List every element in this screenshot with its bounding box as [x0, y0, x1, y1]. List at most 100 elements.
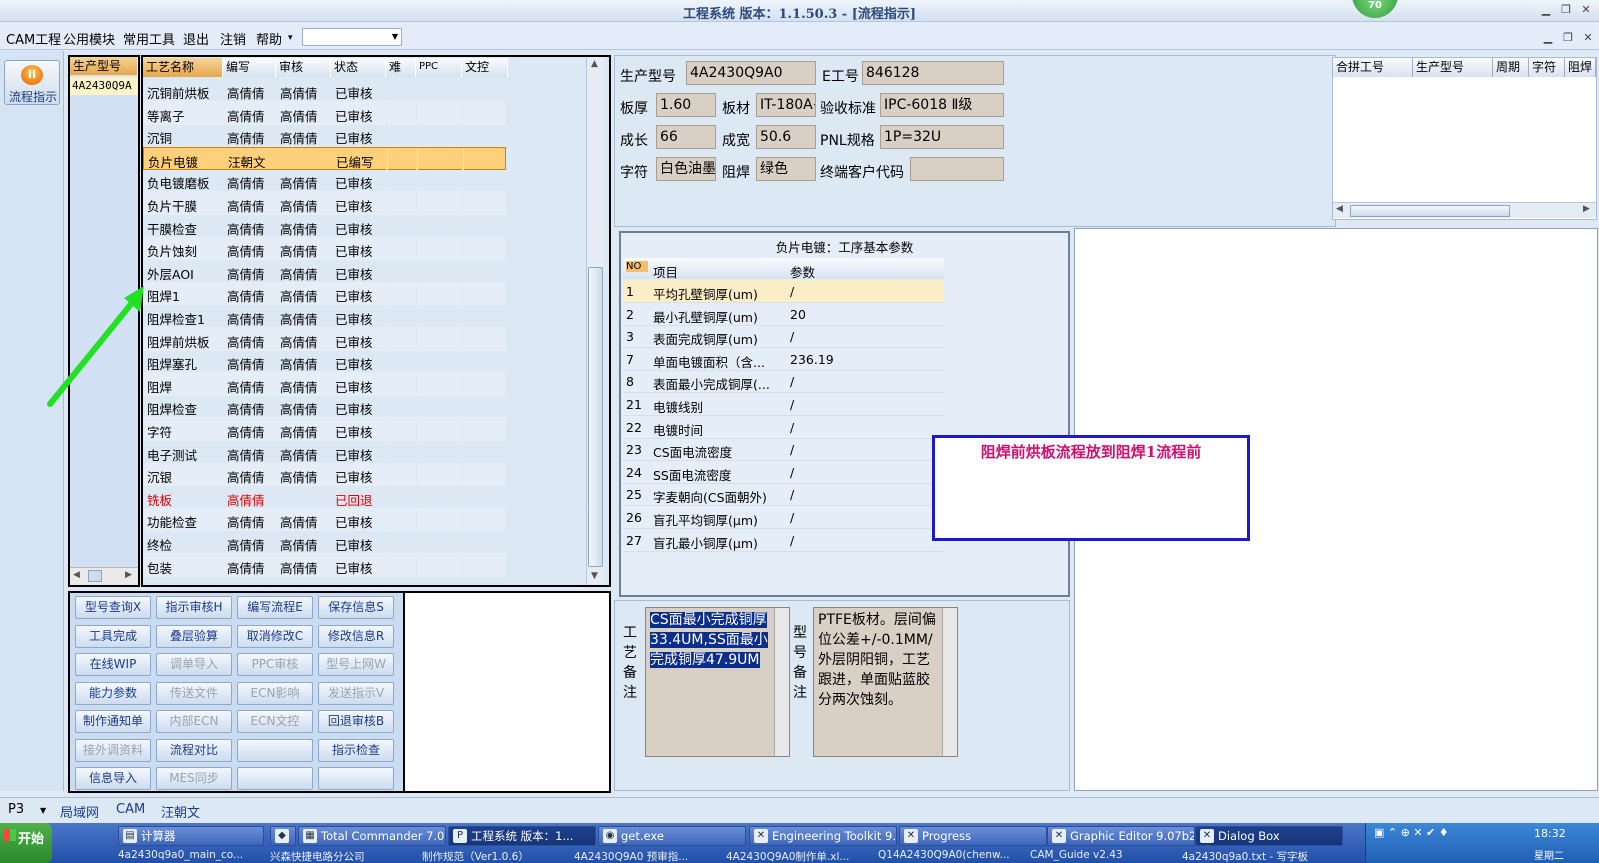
taskbar-task[interactable]: P 工程系统 版本：1... — [448, 826, 596, 846]
col-merge-model[interactable]: 生产型号 — [1413, 58, 1493, 77]
memo-scrollbar[interactable] — [942, 608, 957, 756]
col-merge-char[interactable]: 字符 — [1529, 58, 1565, 77]
restore-button[interactable]: ❐ — [1558, 3, 1574, 17]
param-row[interactable]: 7 单面电镀面积（含... 236.19 — [623, 348, 944, 371]
table-row[interactable]: 字符 高倩倩 高倩倩 已审核 — [143, 418, 506, 441]
taskbar-task[interactable]: ▦ Total Commander 7.0 ... — [298, 826, 446, 846]
length-field[interactable]: 66 — [656, 125, 716, 149]
param-row[interactable]: 25 字麦朝向(CS面朝外) / — [623, 483, 944, 507]
process-vertical-scrollbar[interactable]: ▲ ▼ — [586, 57, 604, 585]
action-button[interactable] — [318, 767, 394, 790]
mask-field[interactable]: 绿色 — [756, 157, 816, 181]
col-merge-no[interactable]: 合拼工号 — [1333, 58, 1413, 77]
action-button[interactable]: 指示审核H — [156, 596, 232, 619]
taskbar-task[interactable]: ◆ — [270, 826, 296, 846]
product-horizontal-scrollbar[interactable]: ◀ ▶ — [70, 567, 138, 585]
table-row[interactable]: 铣板 高倩倩 已回退 — [143, 485, 506, 509]
taskbar-task[interactable]: ✕ Graphic Editor 9.07b2 (... — [1047, 826, 1195, 846]
col-item[interactable]: 项目 — [653, 262, 783, 281]
action-button[interactable]: 修改信息R — [318, 624, 394, 648]
material-field[interactable]: IT-180A+ — [756, 93, 816, 117]
menu-common-tools[interactable]: 常用工具 — [123, 29, 175, 48]
chevron-down-icon[interactable]: ▼ — [40, 806, 46, 815]
action-button[interactable]: 回退审核B — [318, 710, 394, 733]
table-row[interactable]: 阻焊检查 高倩倩 高倩倩 已审核 — [143, 395, 506, 419]
col-difficulty[interactable]: 难 — [386, 58, 416, 77]
action-button[interactable]: PPC审核 — [237, 653, 313, 676]
flow-indicator-button[interactable]: II 流程指示 — [4, 60, 60, 105]
table-row[interactable]: 沉铜 高倩倩 高倩倩 已审核 — [143, 124, 506, 148]
col-status[interactable]: 状态 — [331, 58, 386, 77]
taskbar-task[interactable]: ▤ 计算器 — [118, 826, 264, 846]
taskbar-task-secondary[interactable]: 制作规范（Ver1.0.6） — [422, 849, 568, 863]
param-row[interactable]: 26 盲孔平均铜厚(μm) / — [623, 506, 944, 529]
taskbar-task[interactable]: ✕ Progress — [899, 826, 1047, 846]
action-button[interactable]: 制作通知单 — [75, 710, 151, 733]
col-process-name[interactable]: 工艺名称 — [143, 58, 223, 77]
col-ppc[interactable]: PPC — [416, 58, 462, 77]
action-button[interactable]: 发送指示V — [318, 681, 394, 705]
scroll-up-icon[interactable]: ▲ — [591, 59, 598, 69]
model-remark-memo[interactable]: PTFE板材。层间偏位公差+/-0.1MM/外层阴阳铜，工艺跟进，单面贴蓝胶分两… — [813, 607, 958, 757]
action-button[interactable]: 编写流程E — [237, 596, 313, 619]
table-row[interactable]: 阻焊1 高倩倩 高倩倩 已审核 — [143, 282, 506, 306]
table-row[interactable]: 终检 高倩倩 高倩倩 已审核 — [143, 531, 506, 554]
menu-exit[interactable]: 退出 — [183, 29, 209, 48]
tray-icons[interactable]: ▣ ⌃ ⊕ ✕ ✔ ♦ — [1374, 826, 1449, 839]
taskbar-task-secondary[interactable]: CAM_Guide v2.43 — [1030, 849, 1176, 863]
table-row[interactable]: 功能检查 高倩倩 高倩倩 已审核 — [143, 508, 506, 532]
menu-common-modules[interactable]: 公用模块 — [63, 29, 115, 48]
col-reviewer[interactable]: 审核 — [276, 58, 331, 77]
param-row[interactable]: 22 电镀时间 / — [623, 416, 944, 439]
taskbar-task-secondary[interactable]: 4a2430q9a0.txt - 写字板 — [1182, 849, 1328, 863]
menu-logout[interactable]: 注销 — [220, 29, 246, 48]
menu-combo-box[interactable]: ▼ — [302, 28, 402, 46]
action-button[interactable] — [237, 767, 313, 790]
param-row[interactable]: 21 电镀线别 / — [623, 393, 944, 416]
action-button[interactable]: 接外调资料 — [75, 738, 151, 762]
taskbar-task[interactable]: ✕ Dialog Box — [1195, 826, 1343, 846]
param-row[interactable]: 3 表面完成铜厚(um) / — [623, 325, 944, 349]
scroll-down-icon[interactable]: ▼ — [591, 571, 598, 581]
width-field[interactable]: 50.6 — [756, 125, 816, 149]
action-button[interactable]: 流程对比 — [156, 738, 232, 762]
char-field[interactable]: 白色油墨 — [656, 157, 716, 181]
merge-horizontal-scrollbar[interactable]: ◀ ▶ — [1333, 202, 1596, 218]
action-button[interactable]: 调单导入 — [156, 653, 232, 676]
scroll-left-icon[interactable]: ◀ — [1336, 204, 1343, 214]
action-button[interactable]: 型号查询X — [75, 596, 151, 619]
table-row[interactable]: 负电镀磨板 高倩倩 高倩倩 已审核 — [143, 169, 506, 193]
col-merge-mask[interactable]: 阻焊 — [1565, 58, 1596, 77]
action-button[interactable]: 工具完成 — [75, 624, 151, 648]
table-row[interactable]: 阻焊前烘板 高倩倩 高倩倩 已审核 — [143, 327, 506, 351]
pnl-field[interactable]: 1P=32U — [880, 125, 1004, 149]
action-button[interactable]: 保存信息S — [318, 596, 394, 619]
col-writer[interactable]: 编写 — [223, 58, 276, 77]
table-row[interactable]: 外层AOI 高倩倩 高倩倩 已审核 — [143, 259, 506, 283]
menu-cam[interactable]: CAM工程 — [6, 29, 61, 48]
param-row[interactable]: 23 CS面电流密度 / — [623, 438, 944, 462]
action-button[interactable]: 信息导入 — [75, 767, 151, 790]
table-row[interactable]: 电子测试 高倩倩 高倩倩 已审核 — [143, 440, 506, 464]
taskbar-task-secondary[interactable]: 兴森快捷电路分公司 — [270, 849, 416, 863]
scroll-thumb[interactable] — [588, 267, 603, 567]
table-row[interactable]: 沉铜前烘板 高倩倩 高倩倩 已审核 — [143, 79, 506, 102]
e-no-field[interactable]: 846128 — [862, 61, 1004, 85]
table-row[interactable]: 阻焊塞孔 高倩倩 高倩倩 已审核 — [143, 350, 506, 374]
action-button[interactable]: 在线WIP — [75, 653, 151, 676]
customer-field[interactable] — [910, 157, 1004, 181]
product-list-item[interactable]: 4A2430Q9A — [70, 77, 138, 95]
col-no[interactable]: NO — [626, 261, 648, 272]
action-button[interactable]: 内部ECN — [156, 710, 232, 733]
action-button[interactable]: 取消修改C — [237, 624, 313, 648]
action-button[interactable]: 指示检查 — [318, 738, 394, 762]
memo-scrollbar[interactable] — [774, 608, 789, 756]
mdi-minimize-button[interactable]: ▁ — [1540, 31, 1556, 45]
table-row[interactable]: 沉银 高倩倩 高倩倩 已审核 — [143, 463, 506, 487]
table-row[interactable]: 负片电镀 汪朝文 已编写 — [143, 146, 506, 170]
taskbar-task[interactable]: ✕ Engineering Toolkit 9.0... — [749, 826, 897, 846]
prod-model-field[interactable]: 4A2430Q9A0 — [686, 61, 816, 85]
param-row[interactable]: 24 SS面电流密度 / — [623, 461, 944, 484]
table-row[interactable]: 负片蚀刻 高倩倩 高倩倩 已审核 — [143, 237, 506, 261]
action-button[interactable]: ECN文控 — [237, 710, 313, 733]
